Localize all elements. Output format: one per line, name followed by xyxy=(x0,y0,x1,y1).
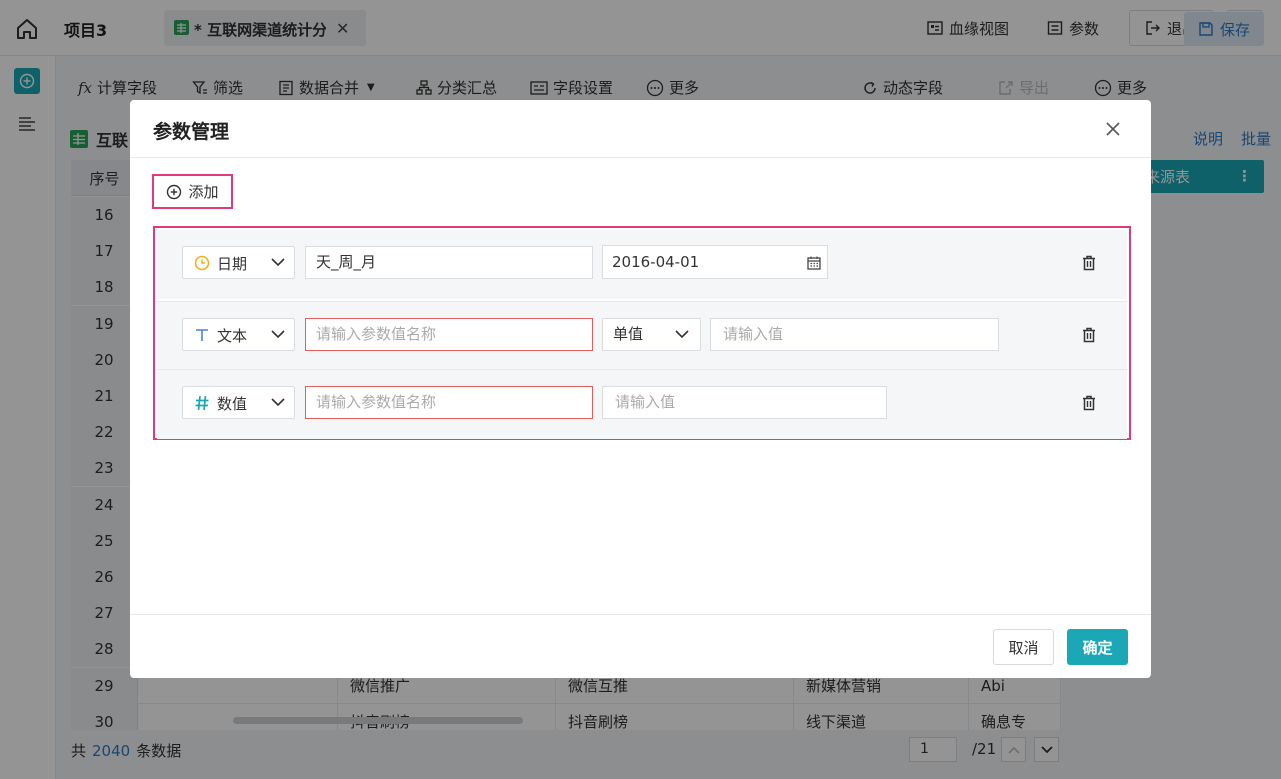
dialog-header: 参数管理 xyxy=(130,100,1151,158)
param-type-select[interactable]: 数值 xyxy=(182,386,295,419)
param-value-placeholder: 请输入值 xyxy=(723,325,784,343)
confirm-button[interactable]: 确定 xyxy=(1067,629,1128,665)
param-type-label: 数值 xyxy=(217,395,248,413)
param-value-input[interactable]: 请输入值 xyxy=(602,386,887,419)
plus-circle-icon xyxy=(167,184,182,199)
param-management-dialog: 参数管理 添加 日期 天_周_月 2016-04-01 文本 请输入参数值名称 … xyxy=(130,100,1151,678)
param-type-label: 文本 xyxy=(217,327,248,345)
date-value-text: 2016-04-01 xyxy=(612,253,700,271)
cancel-button[interactable]: 取消 xyxy=(993,629,1054,665)
dialog-title: 参数管理 xyxy=(153,121,230,143)
close-icon[interactable] xyxy=(1104,120,1122,138)
param-name-placeholder: 请输入参数值名称 xyxy=(316,393,437,411)
param-type-select[interactable]: 文本 xyxy=(182,318,295,351)
param-name-placeholder: 请输入参数值名称 xyxy=(316,325,437,343)
chevron-down-icon xyxy=(271,258,285,267)
param-row-number: 数值 请输入参数值名称 请输入值 xyxy=(157,370,1127,439)
value-mode-select[interactable]: 单值 xyxy=(602,318,701,351)
param-name-input[interactable]: 请输入参数值名称 xyxy=(305,386,593,419)
clock-icon xyxy=(194,255,210,271)
hash-icon xyxy=(195,395,209,411)
dialog-footer: 取消 确定 xyxy=(130,614,1151,678)
param-row-text: 文本 请输入参数值名称 单值 请输入值 xyxy=(157,301,1127,370)
param-row-date: 日期 天_周_月 2016-04-01 xyxy=(157,230,1127,299)
text-type-icon xyxy=(196,329,208,341)
param-value-input[interactable]: 请输入值 xyxy=(710,318,999,351)
param-type-label: 日期 xyxy=(217,255,248,273)
chevron-down-icon xyxy=(271,330,285,339)
param-list: 日期 天_周_月 2016-04-01 文本 请输入参数值名称 单值 请输入值 … xyxy=(153,226,1131,440)
param-name-input[interactable]: 请输入参数值名称 xyxy=(305,318,593,351)
date-value-input[interactable]: 2016-04-01 xyxy=(602,245,828,279)
trash-icon[interactable] xyxy=(1080,254,1098,272)
add-param-button[interactable]: 添加 xyxy=(152,174,233,209)
chevron-down-icon xyxy=(271,398,285,407)
param-value-placeholder: 请输入值 xyxy=(615,393,676,411)
param-name-input[interactable]: 天_周_月 xyxy=(305,246,593,279)
trash-icon[interactable] xyxy=(1080,394,1098,412)
add-param-label: 添加 xyxy=(188,183,219,201)
param-type-select[interactable]: 日期 xyxy=(182,246,295,279)
value-mode-label: 单值 xyxy=(613,325,644,343)
chevron-down-icon xyxy=(675,330,689,339)
calendar-icon[interactable] xyxy=(807,256,821,270)
trash-icon[interactable] xyxy=(1080,326,1098,344)
